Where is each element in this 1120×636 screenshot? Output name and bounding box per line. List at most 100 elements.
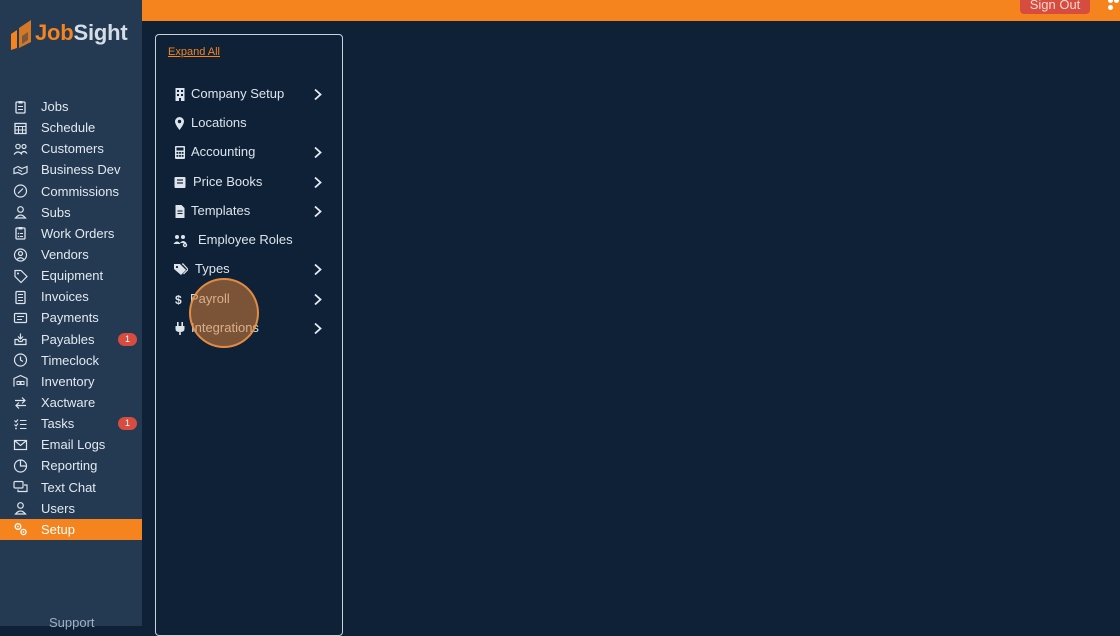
id-card-icon	[13, 310, 28, 325]
book-icon	[173, 175, 186, 189]
sidebar-item-label: Business Dev	[41, 162, 121, 178]
sidebar-item-reporting[interactable]: Reporting	[0, 455, 142, 476]
sidebar-item-label: Work Orders	[41, 225, 115, 241]
sidebar-item-label: Timeclock	[41, 352, 100, 368]
sidebar-item-tasks[interactable]: Tasks 1	[0, 413, 142, 434]
sidebar-item-label: Setup	[41, 521, 75, 537]
notification-badge: 1	[118, 332, 137, 346]
chevron-right-icon[interactable]	[313, 88, 323, 101]
setup-item-price-books[interactable]: Price Books	[156, 168, 342, 197]
setup-item-label: Locations	[191, 115, 247, 130]
sidebar-item-business-dev[interactable]: Business Dev	[0, 159, 142, 180]
sidebar-item-xactware[interactable]: Xactware	[0, 392, 142, 413]
apps-menu-icon[interactable]	[1108, 0, 1120, 12]
sidebar-item-label: Customers	[41, 141, 104, 157]
calculator-icon	[173, 145, 186, 159]
percent-circle-icon	[13, 184, 28, 199]
sidebar-item-invoices[interactable]: Invoices	[0, 286, 142, 307]
sidebar-item-label: Text Chat	[41, 479, 96, 495]
invoice-icon	[13, 289, 28, 304]
sidebar-item-label: Jobs	[41, 99, 69, 115]
chevron-right-icon[interactable]	[313, 322, 323, 335]
sidebar-item-label: Invoices	[41, 289, 89, 305]
chart-pie-icon	[13, 458, 28, 473]
gears-icon	[13, 522, 28, 537]
expand-all-link[interactable]: Expand All	[168, 46, 220, 58]
users-icon	[13, 141, 28, 156]
swap-icon	[13, 395, 28, 410]
clock-icon	[13, 353, 28, 368]
setup-item-label: Company Setup	[191, 86, 285, 101]
sidebar-item-payments[interactable]: Payments	[0, 307, 142, 328]
chevron-right-icon[interactable]	[313, 263, 323, 276]
inbox-icon	[13, 332, 28, 347]
sidebar-item-users[interactable]: Users	[0, 498, 142, 519]
sidebar-nav: Jobs Schedule Customers Business Dev Commiss…	[0, 96, 142, 540]
setup-item-integrations[interactable]: Integrations	[156, 314, 342, 343]
sidebar-item-label: Subs	[41, 204, 71, 220]
chevron-right-icon[interactable]	[313, 205, 323, 218]
notification-badge: 1	[118, 417, 137, 431]
sidebar-item-label: Xactware	[41, 395, 96, 411]
top-bar	[142, 0, 1120, 21]
sidebar-item-commissions[interactable]: Commissions	[0, 181, 142, 202]
sidebar-item-setup[interactable]: Setup	[0, 518, 142, 540]
users-gear-icon	[173, 233, 188, 248]
building-icon	[173, 87, 186, 101]
handshake-icon	[13, 162, 28, 177]
sidebar-item-label: Tasks	[41, 416, 75, 432]
support-link[interactable]: Support	[49, 615, 95, 630]
chevron-right-icon[interactable]	[313, 176, 323, 189]
sidebar-item-subs[interactable]: Subs	[0, 202, 142, 223]
sidebar-item-label: Email Logs	[41, 437, 106, 453]
setup-item-employee-roles[interactable]: Employee Roles	[156, 226, 342, 255]
setup-item-types[interactable]: Types	[156, 255, 342, 284]
setup-item-label: Integrations	[191, 320, 259, 335]
setup-item-payroll[interactable]: $ Payroll	[156, 285, 342, 314]
chevron-right-icon[interactable]	[313, 293, 323, 306]
calendar-icon	[13, 120, 28, 135]
sidebar-item-payables[interactable]: Payables 1	[0, 329, 142, 350]
warehouse-icon	[13, 374, 28, 389]
tasks-icon	[13, 416, 28, 431]
sign-out-button[interactable]: Sign Out	[1020, 0, 1090, 14]
sidebar-item-label: Inventory	[41, 373, 95, 389]
sidebar-item-schedule[interactable]: Schedule	[0, 117, 142, 138]
sidebar-item-customers[interactable]: Customers	[0, 138, 142, 159]
sidebar-item-label: Vendors	[41, 247, 89, 263]
user-icon	[13, 501, 28, 516]
logo-mark-icon	[11, 20, 31, 50]
chevron-right-icon[interactable]	[313, 146, 323, 159]
sidebar-item-email-logs[interactable]: Email Logs	[0, 434, 142, 455]
logo-text: JobSight	[35, 20, 128, 45]
sidebar-item-text-chat[interactable]: Text Chat	[0, 477, 142, 498]
setup-item-label: Accounting	[191, 144, 256, 159]
file-icon	[173, 204, 186, 218]
dollar-icon: $	[173, 292, 186, 307]
sidebar-item-jobs[interactable]: Jobs	[0, 96, 142, 117]
clipboard-icon	[13, 99, 28, 114]
sidebar-item-inventory[interactable]: Inventory	[0, 371, 142, 392]
sidebar: JobSight Jobs Schedule Customers Business D…	[0, 0, 142, 630]
clipboard-list-icon	[13, 226, 28, 241]
setup-item-label: Types	[195, 261, 230, 276]
setup-item-locations[interactable]: Locations	[156, 109, 342, 138]
sidebar-item-vendors[interactable]: Vendors	[0, 244, 142, 265]
sidebar-item-label: Commissions	[41, 183, 120, 199]
setup-item-templates[interactable]: Templates	[156, 197, 342, 226]
sidebar-item-label: Equipment	[41, 268, 104, 284]
setup-item-company-setup[interactable]: Company Setup	[156, 80, 342, 109]
sidebar-item-work-orders[interactable]: Work Orders	[0, 223, 142, 244]
sidebar-item-label: Reporting	[41, 458, 98, 474]
sidebar-item-equipment[interactable]: Equipment	[0, 265, 142, 286]
setup-item-accounting[interactable]: Accounting	[156, 138, 342, 167]
sidebar-item-label: Payments	[41, 310, 99, 326]
setup-menu-panel: Expand All Company Setup Locations Account…	[155, 34, 343, 636]
map-pin-icon	[173, 116, 186, 130]
setup-item-label: Payroll	[190, 291, 230, 306]
sidebar-item-timeclock[interactable]: Timeclock	[0, 350, 142, 371]
tag-icon	[13, 268, 28, 284]
jobsight-logo[interactable]: JobSight	[9, 18, 139, 50]
setup-item-label: Price Books	[193, 174, 263, 189]
sidebar-item-label: Users	[41, 500, 75, 516]
